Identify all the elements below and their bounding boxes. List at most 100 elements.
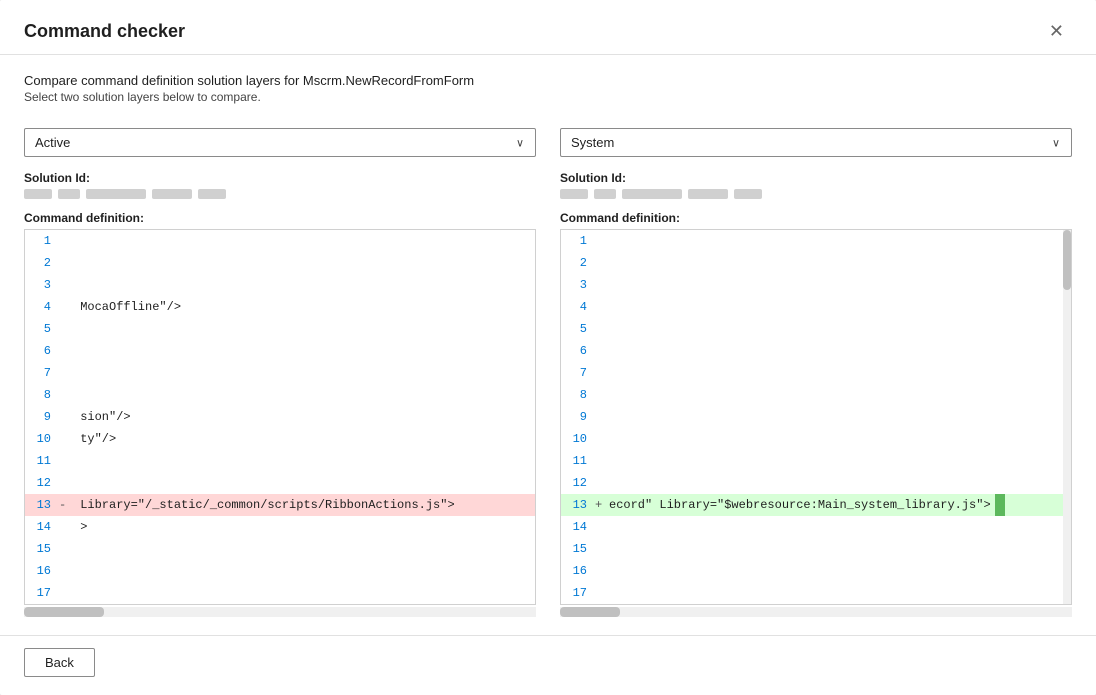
dialog-header: Command checker ✕ (0, 0, 1096, 55)
right-code-line: 16 (561, 560, 1071, 582)
left-dropdown[interactable]: Active System (24, 128, 536, 157)
line-number: 11 (565, 454, 595, 468)
right-code-line: 13+ecord" Library="$webresource:Main_sys… (561, 494, 1071, 516)
left-code-line: 16 (25, 560, 535, 582)
right-id-block-1 (560, 189, 588, 199)
left-code-line: 4 MocaOffline"/> (25, 296, 535, 318)
line-number: 1 (565, 234, 595, 248)
left-code-line: 17 (25, 582, 535, 604)
command-checker-dialog: Command checker ✕ Compare command defini… (0, 0, 1096, 695)
left-code-line: 8 (25, 384, 535, 406)
right-command-def-label: Command definition: (560, 211, 1072, 225)
line-content: MocaOffline"/> (73, 300, 181, 314)
right-solution-id-label: Solution Id: (560, 171, 1072, 185)
dialog-title: Command checker (24, 21, 185, 42)
dialog-footer: Back (0, 635, 1096, 695)
line-content: > (73, 520, 87, 534)
right-id-block-5 (734, 189, 762, 199)
line-number: 17 (565, 586, 595, 600)
right-id-block-4 (688, 189, 728, 199)
left-code-line: 9 sion"/> (25, 406, 535, 428)
line-number: 5 (565, 322, 595, 336)
line-content: ecord" Library="$webresource:Main_system… (609, 498, 991, 512)
compare-section: Active System Solution Id: Command defin… (24, 128, 1072, 617)
line-number: 2 (29, 256, 59, 270)
line-marker: + (595, 498, 609, 512)
right-code-line: 5 (561, 318, 1071, 340)
line-number: 14 (29, 520, 59, 534)
right-code-lines: 12345678910111213+ecord" Library="$webre… (561, 230, 1071, 604)
line-number: 13 (565, 498, 595, 512)
back-button[interactable]: Back (24, 648, 95, 677)
right-horizontal-scroll[interactable] (560, 607, 1072, 617)
line-number: 15 (29, 542, 59, 556)
left-code-line: 10 ty"/> (25, 428, 535, 450)
line-number: 4 (565, 300, 595, 314)
left-column: Active System Solution Id: Command defin… (24, 128, 536, 617)
line-number: 9 (565, 410, 595, 424)
line-number: 12 (29, 476, 59, 490)
right-code-line: 8 (561, 384, 1071, 406)
line-number: 9 (29, 410, 59, 424)
line-number: 15 (565, 542, 595, 556)
line-marker: - (59, 498, 73, 512)
left-scroll-thumb (24, 607, 104, 617)
left-code-line: 5 (25, 318, 535, 340)
right-code-line: 12 (561, 472, 1071, 494)
left-code-outer: 1234 MocaOffline"/>56789 sion"/>10 ty"/>… (24, 229, 536, 617)
left-solution-id-value (24, 189, 536, 199)
right-code-outer: 12345678910111213+ecord" Library="$webre… (560, 229, 1072, 617)
close-button[interactable]: ✕ (1041, 18, 1072, 44)
line-number: 8 (29, 388, 59, 402)
line-number: 1 (29, 234, 59, 248)
left-code-line: 1 (25, 230, 535, 252)
dialog-body: Compare command definition solution laye… (0, 55, 1096, 635)
right-code-line: 9 (561, 406, 1071, 428)
line-number: 10 (29, 432, 59, 446)
right-column: Active System Solution Id: Command defin… (560, 128, 1072, 617)
line-number: 7 (29, 366, 59, 380)
right-id-block-3 (622, 189, 682, 199)
right-dropdown[interactable]: Active System (560, 128, 1072, 157)
right-code-line: 15 (561, 538, 1071, 560)
line-content: Library="/_static/_common/scripts/Ribbon… (73, 498, 455, 512)
right-scrollbar[interactable] (1063, 230, 1071, 604)
id-block-4 (152, 189, 192, 199)
right-code-line: 1 (561, 230, 1071, 252)
left-code-line: 15 (25, 538, 535, 560)
line-number: 8 (565, 388, 595, 402)
description: Compare command definition solution laye… (24, 73, 1072, 104)
left-code-lines: 1234 MocaOffline"/>56789 sion"/>10 ty"/>… (25, 230, 535, 604)
left-code-line: 3 (25, 274, 535, 296)
right-code-line: 17 (561, 582, 1071, 604)
line-number: 13 (29, 498, 59, 512)
left-horizontal-scroll[interactable] (24, 607, 536, 617)
line-number: 17 (29, 586, 59, 600)
line-number: 3 (565, 278, 595, 292)
line-number: 6 (29, 344, 59, 358)
id-block-2 (58, 189, 80, 199)
left-code-line: 11 (25, 450, 535, 472)
id-block-3 (86, 189, 146, 199)
left-code-line: 12 (25, 472, 535, 494)
right-code-area[interactable]: 12345678910111213+ecord" Library="$webre… (560, 229, 1072, 605)
line-number: 5 (29, 322, 59, 336)
line-number: 3 (29, 278, 59, 292)
right-dropdown-wrapper: Active System (560, 128, 1072, 157)
left-code-line: 14 > (25, 516, 535, 538)
right-code-line: 10 (561, 428, 1071, 450)
right-id-block-2 (594, 189, 616, 199)
right-code-line: 6 (561, 340, 1071, 362)
left-code-area[interactable]: 1234 MocaOffline"/>56789 sion"/>10 ty"/>… (24, 229, 536, 605)
line-content: ty"/> (73, 432, 116, 446)
line-number: 16 (29, 564, 59, 578)
right-solution-id-value (560, 189, 1072, 199)
left-solution-id-label: Solution Id: (24, 171, 536, 185)
left-code-line: 6 (25, 340, 535, 362)
right-code-line: 11 (561, 450, 1071, 472)
diff-added-marker (995, 494, 1005, 516)
right-code-line: 3 (561, 274, 1071, 296)
line-number: 12 (565, 476, 595, 490)
right-scroll-thumb (560, 607, 620, 617)
line-number: 14 (565, 520, 595, 534)
